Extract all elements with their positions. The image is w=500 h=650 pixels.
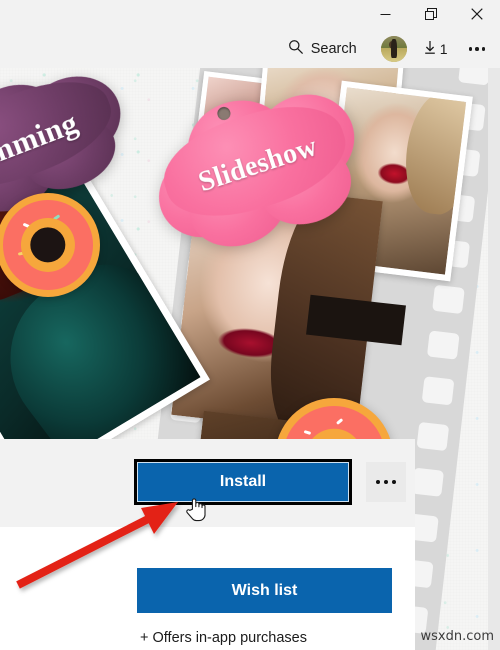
download-arrow-icon [423,40,438,59]
avatar-shape-primary [391,39,397,58]
window-title-bar [0,0,500,30]
mouse-cursor-hand-pointer-icon [186,498,206,522]
restore-button[interactable] [408,0,454,28]
in-app-purchases-note: + Offers in-app purchases [140,630,307,646]
search-label: Search [310,40,357,57]
wishlist-button-label: Wish list [231,581,298,599]
install-button-label: Install [219,473,267,490]
store-app-window: Search 1 imming Slideshow Install Wish l… [0,0,500,650]
downloads-button[interactable]: 1 [423,40,448,59]
ellipsis-dot [481,47,485,51]
command-bar: Search 1 [0,30,500,68]
downloads-count: 1 [439,41,448,57]
close-button[interactable] [454,0,500,28]
product-more-options-button[interactable] [366,462,406,502]
account-avatar[interactable] [380,36,407,62]
watermark: wsxdn.com [420,629,495,644]
search-button[interactable]: Search [280,34,365,64]
hero-right-edge [488,68,500,650]
more-options-button[interactable] [462,43,493,55]
ellipsis-dot [475,47,479,51]
search-icon [288,39,304,59]
ellipsis-dot [392,480,396,484]
minimize-button[interactable] [362,0,408,28]
ellipsis-dot [468,47,472,51]
donut-graphic [0,193,100,297]
ellipsis-dot [384,480,388,484]
ellipsis-dot [376,480,380,484]
